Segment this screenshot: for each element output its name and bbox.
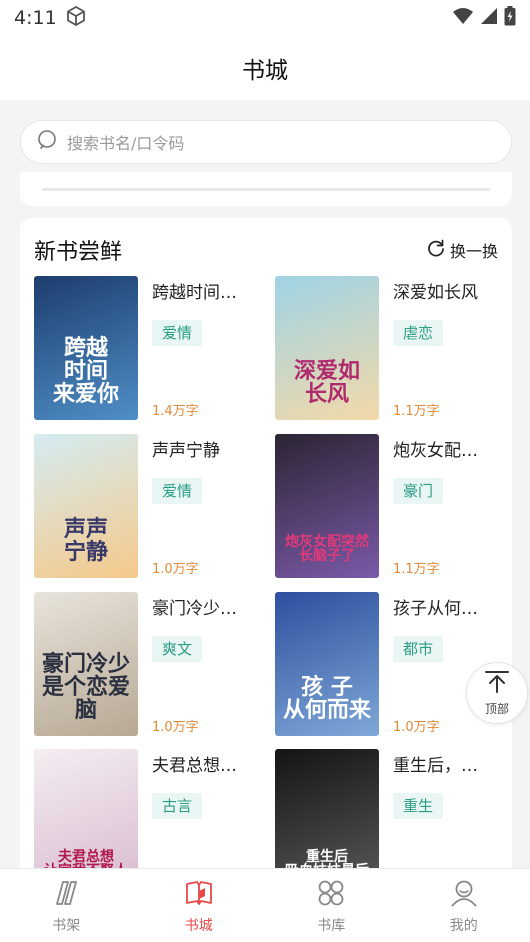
- book-cover[interactable]: 深爱如 长风: [275, 276, 379, 420]
- book-item[interactable]: 跨越 时间 来爱你 跨越时间… 爱情 1.4万字: [34, 276, 264, 422]
- book-word-count: 1.1万字: [393, 404, 440, 419]
- page-header: 书城: [0, 36, 530, 100]
- book-genre-tag: 爱情: [152, 320, 203, 346]
- book-title: 孩子从何…: [393, 599, 478, 619]
- book-genre-tag: 爱情: [152, 478, 203, 504]
- new-books-section: 新书尝鲜 换一换 跨越 时间 来爱你 跨越时间… 爱情 1.4万字 深爱如 长风 深爱如长…: [20, 218, 512, 878]
- tab-label: 书库: [317, 918, 346, 934]
- book-cover[interactable]: 跨越 时间 来爱你: [34, 276, 138, 420]
- book-item[interactable]: 豪门冷少 是个恋爱脑 豪门冷少… 爽文 1.0万字: [34, 592, 264, 738]
- book-item[interactable]: 孩 子 从何而来 孩子从何… 都市 1.0万字: [275, 592, 505, 738]
- book-word-count: 1.0万字: [152, 720, 199, 735]
- tab-label: 我的: [449, 918, 478, 934]
- book-item[interactable]: 声声 宁静 声声宁静爱情 1.0万字: [34, 434, 264, 580]
- section-title: 新书尝鲜: [34, 240, 123, 265]
- book-title: 声声宁静: [152, 441, 220, 461]
- arrow-up-icon: [484, 670, 510, 698]
- bottom-tab-bar: 书架 书城 书库 我的: [0, 868, 530, 942]
- refresh-label: 换一换: [449, 242, 498, 261]
- book-title: 跨越时间…: [152, 283, 237, 303]
- section-header: 新书尝鲜 换一换: [34, 232, 498, 268]
- tab-profile[interactable]: 我的: [398, 869, 530, 942]
- book-item[interactable]: 夫君总想 让完我不娶人夫君总想… 古言: [34, 749, 264, 878]
- book-word-count: 1.1万字: [393, 562, 440, 577]
- bookshelf-icon: [51, 879, 81, 911]
- search-placeholder: 搜索书名/口令码: [67, 134, 185, 153]
- refresh-button[interactable]: 换一换: [426, 238, 498, 262]
- book-cover-title: 孩 子 从何而来: [282, 673, 371, 723]
- book-genre-tag: 都市: [393, 636, 444, 662]
- banner-indicator: [20, 172, 512, 206]
- tab-bookshelf[interactable]: 书架: [0, 869, 133, 942]
- book-genre-tag: 古言: [152, 793, 203, 819]
- back-to-top-button[interactable]: 顶部: [466, 662, 528, 724]
- book-title: 豪门冷少…: [152, 599, 237, 619]
- grid-circles-icon: [316, 879, 346, 911]
- book-cover-title: 跨越 时间 来爱你: [52, 334, 119, 407]
- battery-icon: [504, 6, 516, 30]
- page-title: 书城: [242, 58, 288, 84]
- tab-label: 书架: [52, 918, 81, 934]
- search-icon: [37, 129, 59, 155]
- book-title: 重生后，…: [393, 756, 478, 776]
- book-cover-title: 豪门冷少 是个恋爱脑: [41, 650, 130, 723]
- refresh-icon: [426, 238, 446, 262]
- book-item[interactable]: 深爱如 长风 深爱如长风虐恋 1.1万字: [275, 276, 505, 422]
- back-to-top-label: 顶部: [484, 701, 509, 716]
- book-open-icon: [184, 879, 214, 911]
- cube-icon: [65, 5, 87, 31]
- book-word-count: 1.0万字: [152, 562, 199, 577]
- book-item[interactable]: 炮灰女配突然 长脑子了 炮灰女配… 豪门 1.1万字: [275, 434, 505, 580]
- search-input[interactable]: 搜索书名/口令码: [20, 120, 512, 164]
- book-title: 夫君总想…: [152, 756, 237, 776]
- book-cover[interactable]: 豪门冷少 是个恋爱脑: [34, 592, 138, 736]
- book-cover[interactable]: 声声 宁静: [34, 434, 138, 578]
- book-title: 炮灰女配…: [393, 441, 478, 461]
- book-item[interactable]: 重生后 吸血妹妹最后重生后，… 重生: [275, 749, 505, 878]
- status-bar: 4:11: [0, 0, 530, 36]
- search-area: 搜索书名/口令码: [0, 100, 530, 180]
- book-genre-tag: 重生: [393, 793, 444, 819]
- user-icon: [449, 879, 479, 911]
- book-cover-title: 炮灰女配突然 长脑子了: [285, 533, 369, 565]
- book-word-count: 1.0万字: [393, 720, 440, 735]
- book-cover-title: 声声 宁静: [63, 515, 108, 565]
- wifi-icon: [452, 7, 474, 29]
- tab-bookstore[interactable]: 书城: [133, 869, 266, 942]
- book-genre-tag: 豪门: [393, 478, 444, 504]
- book-title: 深爱如长风: [393, 283, 478, 303]
- book-word-count: 1.4万字: [152, 404, 199, 419]
- signal-icon: [480, 7, 498, 29]
- tab-label: 书城: [184, 918, 213, 934]
- book-cover-title: 深爱如 长风: [293, 357, 360, 407]
- book-cover[interactable]: 炮灰女配突然 长脑子了: [275, 434, 379, 578]
- book-genre-tag: 爽文: [152, 636, 203, 662]
- book-cover[interactable]: 重生后 吸血妹妹最后: [275, 749, 379, 878]
- book-cover[interactable]: 夫君总想 让完我不娶人: [34, 749, 138, 878]
- book-cover[interactable]: 孩 子 从何而来: [275, 592, 379, 736]
- tab-library[interactable]: 书库: [265, 869, 398, 942]
- book-genre-tag: 虐恋: [393, 320, 444, 346]
- status-time: 4:11: [14, 7, 57, 29]
- banner-divider: [42, 188, 490, 191]
